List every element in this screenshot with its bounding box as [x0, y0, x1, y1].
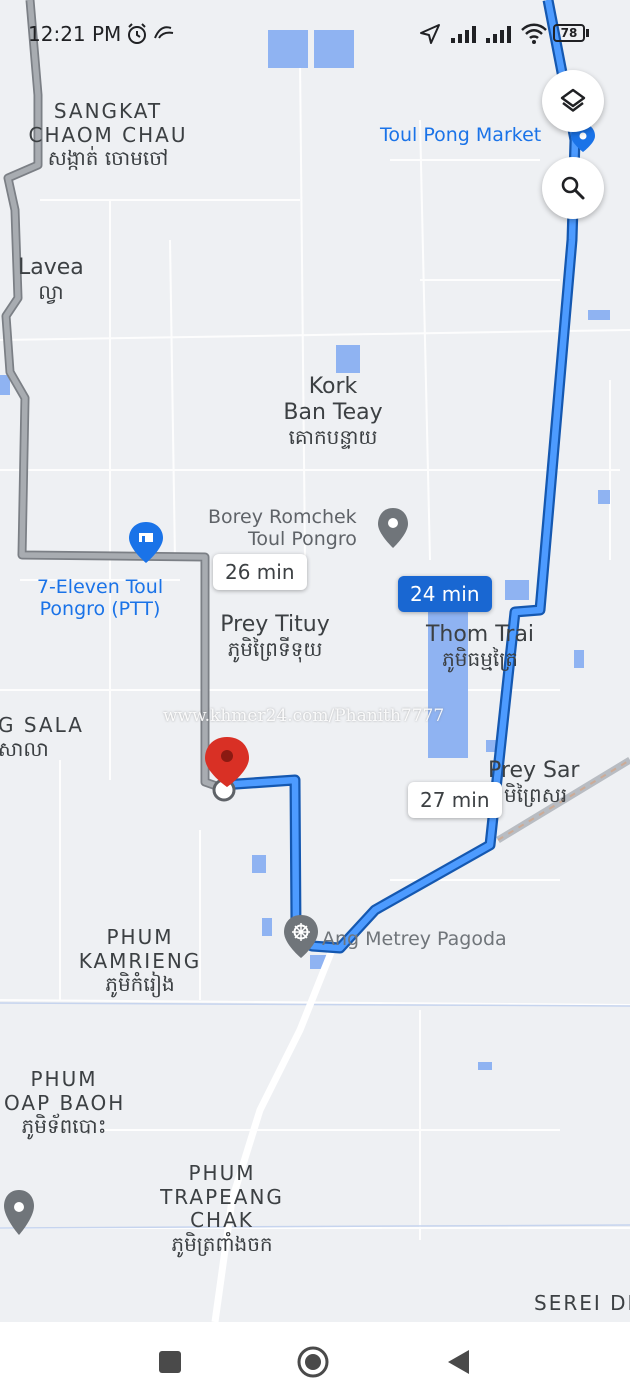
area-label-kamrieng: PHUM KAMRIENG ភូមិកំរៀង: [70, 925, 210, 997]
village-label-prey-sar: Prey Sar មិព្រៃសរ: [488, 758, 579, 808]
system-nav-bar: [0, 1322, 630, 1400]
layers-icon: [560, 88, 586, 112]
village-label-prey-tituy: Prey Tituy ភូមិព្រៃទីទុយ: [205, 612, 345, 662]
notification-icon: [153, 24, 175, 46]
poi-name: Toul Pongro: [248, 528, 357, 551]
home-circle-icon: [297, 1346, 329, 1378]
area-name: PHUM: [188, 1161, 256, 1185]
route-time-badge-selected[interactable]: 24 min: [398, 576, 492, 612]
signal-icon: [449, 24, 479, 48]
area-label-sala: G SALA សាលា: [0, 713, 84, 761]
poi-label-ang-metrey-pagoda[interactable]: Ang Metrey Pagoda: [322, 928, 507, 950]
area-name-khmer: ភូមិត្រពាំងចក: [171, 1231, 273, 1256]
home-button[interactable]: [293, 1342, 333, 1382]
signal-icon: [484, 24, 514, 48]
poi-name: Borey Romchek: [208, 506, 357, 528]
poi-label-7-eleven[interactable]: 7-Eleven Toul Pongro (PTT): [30, 576, 170, 621]
wifi-icon: [520, 22, 548, 50]
area-name: CHAK: [190, 1208, 254, 1233]
village-name-khmer: គោកបន្ទាយ: [288, 424, 378, 449]
area-name: OAP BAOH: [4, 1090, 126, 1115]
poi-label-borey-romchek[interactable]: Borey Romchek Toul Pongro: [208, 506, 357, 551]
battery-icon: 78: [553, 24, 589, 44]
area-label-trapeang-chak: PHUM TRAPEANG CHAK ភូមិត្រពាំងចក: [152, 1161, 292, 1256]
village-name-khmer: ភូមិធម្មត្រៃ: [442, 646, 518, 671]
village-name-khmer: មិព្រៃសរ: [504, 782, 568, 807]
area-label-serei: SEREI DE: [534, 1291, 630, 1315]
village-name-khmer: ភូមិព្រៃទីទុយ: [227, 636, 323, 661]
area-label-toap-baoh: PHUM OAP BAOH ភូមិទ័ពបោះ: [4, 1067, 126, 1139]
area-name-khmer: សង្កាត់ ចោមចៅ: [47, 146, 169, 171]
area-name: SANGKAT: [53, 99, 163, 123]
area-name: TRAPEANG: [160, 1184, 284, 1209]
battery-level: 78: [560, 26, 578, 40]
route-time-badge-alt-right[interactable]: 27 min: [408, 782, 502, 818]
back-triangle-icon: [448, 1350, 469, 1374]
status-time: 12:21 PM: [28, 22, 122, 46]
area-name: G SALA: [0, 713, 84, 737]
village-label-lavea: Lavea ល្វា: [18, 255, 84, 305]
village-name: Prey Sar: [488, 758, 580, 783]
poi-label-toul-pong-market[interactable]: Toul Pong Market: [380, 124, 541, 146]
search-icon: [561, 176, 585, 200]
village-name-khmer: ល្វា: [38, 279, 64, 304]
back-button[interactable]: [438, 1342, 478, 1382]
route-time-badge-alt-left[interactable]: 26 min: [213, 554, 307, 590]
area-label-sangkat: SANGKAT CHAOM CHAU សង្កាត់ ចោមចៅ: [18, 99, 198, 171]
village-name: Lavea: [18, 255, 84, 280]
area-name: KAMRIENG: [78, 948, 202, 973]
area-name: PHUM: [106, 925, 174, 949]
poi-name: Pongro (PTT): [39, 598, 161, 621]
area-name-khmer: សាលា: [0, 736, 49, 761]
area-name-khmer: ភូមិទ័ពបោះ: [21, 1114, 107, 1139]
location-arrow-icon: [418, 22, 442, 50]
watermark-text: www.khmer24.com/Phanith7777: [163, 706, 445, 726]
poi-name: 7-Eleven Toul: [36, 576, 164, 598]
village-label-kork-ban-teay: Kork Ban Teay គោកបន្ទាយ: [258, 374, 408, 450]
alarm-icon: [125, 22, 149, 50]
village-name: Prey Tituy: [220, 612, 330, 637]
search-button[interactable]: [542, 157, 604, 219]
village-name: Thom Trai: [425, 622, 535, 647]
area-name: PHUM: [30, 1067, 98, 1091]
village-name: Kork: [308, 374, 358, 399]
village-name: Ban Teay: [283, 399, 383, 425]
village-label-thom-trai: Thom Trai ភូមិធម្មត្រៃ: [412, 622, 548, 672]
square-icon: [159, 1351, 181, 1373]
recent-apps-button[interactable]: [150, 1342, 190, 1382]
area-name: CHAOM CHAU: [28, 122, 188, 147]
area-name-khmer: ភូមិកំរៀង: [105, 972, 175, 997]
layers-button[interactable]: [542, 70, 604, 132]
